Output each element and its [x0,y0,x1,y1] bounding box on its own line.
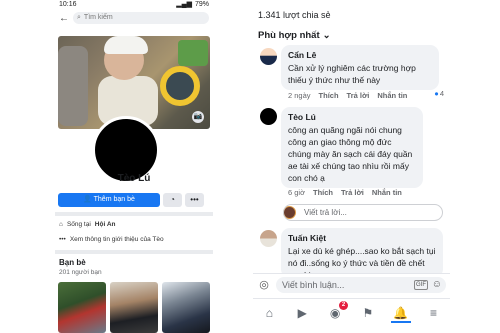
messenger-button[interactable]: ◔ [163,193,182,207]
video-icon[interactable]: ▶ [292,303,312,323]
reaction-count[interactable]: ● 4 [434,89,444,98]
message-button[interactable]: Nhắn tin [372,188,402,197]
notification-badge: 2 [339,300,349,310]
commenter-name[interactable]: Tèo Lú [288,111,416,123]
more-button[interactable]: ••• [185,193,204,207]
reaction-number: 4 [439,89,444,98]
divider [55,212,213,216]
comment-bubble: Cẩn Lê Cần xử lý nghiêm các trường hợp t… [281,45,439,90]
comment-time: 2 ngày [288,91,311,100]
home-icon: ⌂ [59,221,63,228]
lives-in-row: ⌂ Sống tại Hội An [59,221,116,228]
reply-input[interactable]: Viết trả lời... [283,204,443,221]
friends-count: 201 người bạn [59,269,102,276]
add-friend-icon: 👤 [83,196,94,203]
commenter-avatar[interactable] [260,230,277,247]
camera-icon[interactable]: ◎ [257,278,271,291]
status-time: 10:16 [59,1,77,8]
bottom-nav: ⌂ ▶ ◉ 2 ⚑ 🔔 ≡ [253,298,450,326]
add-friend-label: Thêm bạn bè [93,196,135,203]
cover-photo[interactable]: 📷 [58,36,210,129]
like-button[interactable]: Thích [313,188,333,197]
emoji-icon[interactable]: ☺ [432,279,442,291]
search-icon: ⌕ [77,14,81,21]
comment-input[interactable]: Viết bình luận... GIF ☺ [276,276,446,293]
groups-icon[interactable]: ◉ 2 [325,300,349,323]
search-input[interactable]: ⌕ Tìm kiếm [73,12,209,24]
bell-icon[interactable]: 🔔 [390,303,411,323]
active-tab-indicator [390,320,411,323]
profile-name: Tèo Lú [117,173,151,184]
divider [55,250,213,254]
profile-screen: 10:16 ▂▄▆ 79% ← ⌕ Tìm kiếm 📷 Tèo Lú 👤 Th… [55,0,213,333]
signal-icon: ▂▄▆ [176,1,192,8]
flag-icon[interactable]: ⚑ [358,303,378,323]
commenter-avatar[interactable] [260,48,277,65]
chevron-down-icon: ⌄ [322,30,331,41]
lives-in-place[interactable]: Hội An [95,221,116,228]
comment-actions: 6 giờ Thích Trả lời Nhắn tin [288,188,402,197]
reply-button[interactable]: Trả lời [341,188,364,197]
sort-dropdown[interactable]: Phù hợp nhất ⌄ [258,30,331,41]
comment-bubble: Tuấn Kiệt Lại xe dù ké ghép....sao ko bắ… [281,228,443,278]
comment-composer: ◎ Viết bình luận... GIF ☺ [253,273,450,295]
commenter-avatar[interactable] [260,108,277,125]
menu-icon[interactable]: ≡ [424,303,444,323]
about-link[interactable]: ••• Xem thông tin giới thiệu của Tèo [59,236,164,243]
comment-placeholder: Viết bình luận... [282,279,345,290]
gif-icon[interactable]: GIF [414,279,428,290]
comment-time: 6 giờ [288,188,306,197]
comment-text: Cần xử lý nghiêm các trường hợp thiếu ý … [288,63,416,85]
share-count[interactable]: 1.341 lượt chia sẻ [258,10,330,20]
like-reaction-icon: ● [434,89,439,98]
add-friend-button[interactable]: 👤 Thêm bạn bè [58,193,160,207]
about-link-label: Xem thông tin giới thiệu của Tèo [69,236,164,243]
like-button[interactable]: Thích [319,91,339,100]
comment-bubble: Tèo Lú công an quãng ngãi nói chung công… [281,107,423,188]
commenter-name[interactable]: Tuấn Kiệt [288,232,436,244]
friend-photo[interactable] [110,282,158,333]
messenger-icon: ◔ [170,195,175,204]
more-icon: ••• [190,195,199,204]
comment-text: công an quãng ngãi nói chung công an gia… [288,125,413,183]
sort-label: Phù hợp nhất [258,30,320,41]
battery-level: 79% [194,1,209,8]
friend-photo[interactable] [58,282,106,333]
profile-actions: 👤 Thêm bạn bè ◔ ••• [58,193,204,207]
friend-photo[interactable] [162,282,210,333]
comment-actions: 2 ngày Thích Trả lời Nhắn tin [288,91,407,100]
home-icon[interactable]: ⌂ [259,303,279,323]
reply-button[interactable]: Trả lời [347,91,370,100]
more-horizontal-icon: ••• [59,236,66,243]
comments-screen: 1.341 lượt chia sẻ Phù hợp nhất ⌄ Cẩn Lê… [253,0,450,333]
back-arrow-icon[interactable]: ← [59,13,69,24]
message-button[interactable]: Nhắn tin [377,91,407,100]
friends-title: Bạn bè [59,258,86,267]
status-bar: 10:16 ▂▄▆ 79% [55,0,213,10]
lives-in-prefix: Sống tại [66,221,91,228]
reply-placeholder: Viết trả lời... [304,208,347,217]
search-placeholder: Tìm kiếm [83,14,113,21]
camera-icon[interactable]: 📷 [192,111,204,123]
search-bar: ← ⌕ Tìm kiếm [55,10,213,26]
commenter-name[interactable]: Cẩn Lê [288,49,432,61]
